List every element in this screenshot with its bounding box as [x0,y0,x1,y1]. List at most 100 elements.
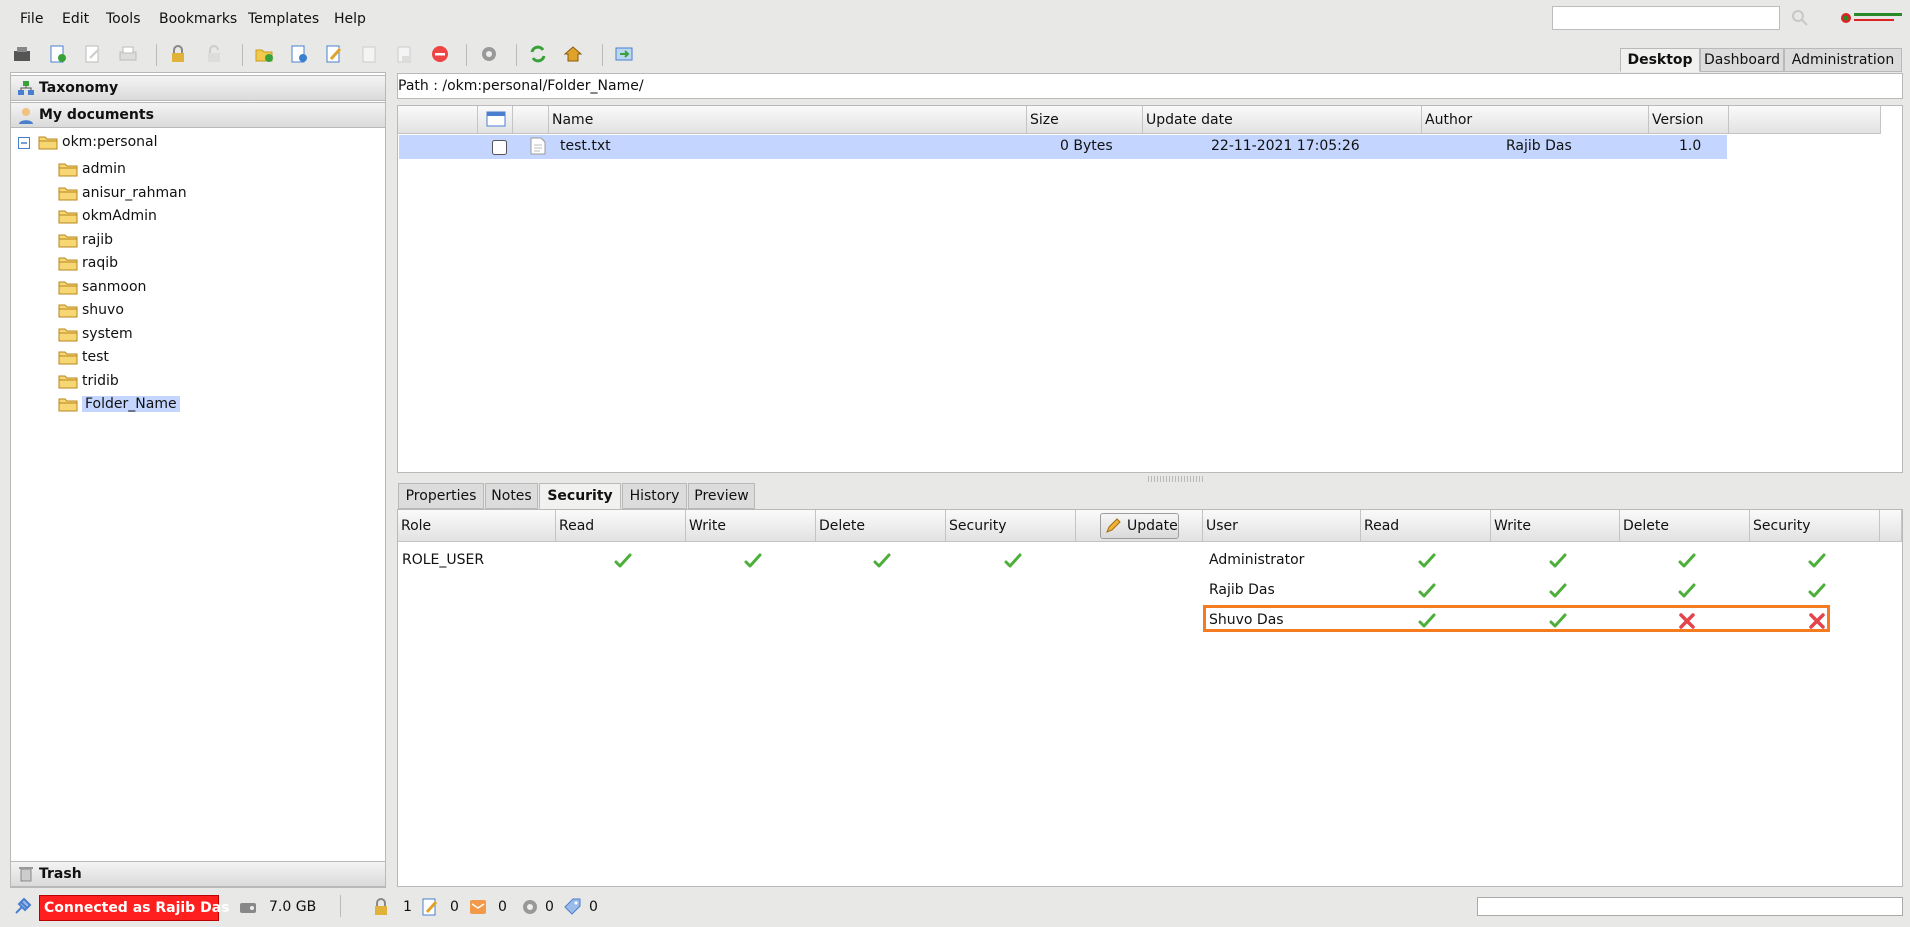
tree-folder-item[interactable]: anisur_rahman [56,184,376,204]
row-checkbox[interactable] [492,140,507,155]
tree-folder-label[interactable]: system [82,326,133,342]
tree-folder-item[interactable]: test [56,348,376,368]
tree-folder-item[interactable]: okmAdmin [56,207,376,227]
check-icon[interactable] [1004,553,1022,569]
update-date-header[interactable]: Update date [1143,106,1422,134]
scanner-icon[interactable] [12,44,32,64]
tree-folder-item[interactable]: shuvo [56,301,376,321]
tree-folder-item[interactable]: admin [56,160,376,180]
check-icon[interactable] [614,553,632,569]
select-all-icon[interactable] [486,111,506,127]
tree-folder-label[interactable]: okmAdmin [82,208,157,224]
tree-folder-label[interactable]: Folder_Name [82,396,180,412]
lock-icon[interactable] [168,44,188,64]
tree-folder-label[interactable]: shuvo [82,302,124,318]
tab-dashboard[interactable]: Dashboard [1700,48,1784,72]
file-name[interactable]: test.txt [560,138,611,154]
update-button[interactable]: Update [1100,513,1179,539]
my-documents-header[interactable]: My documents [10,102,386,128]
select-all-header[interactable] [478,106,513,134]
tree-folder-item[interactable]: sanmoon [56,278,376,298]
unlock-icon[interactable] [204,44,224,64]
tree-folder-label[interactable]: tridib [82,373,119,389]
tab-desktop[interactable]: Desktop [1620,48,1700,72]
toolbar-separator [242,44,243,66]
tree-folder-item[interactable]: rajib [56,231,376,251]
tree-folder-item[interactable]: raqib [56,254,376,274]
delete-icon[interactable] [430,44,450,64]
refresh-icon[interactable] [528,44,548,64]
tab-preview[interactable]: Preview [688,483,755,509]
security-header-filler [1880,510,1902,542]
version-header[interactable]: Version [1649,106,1729,134]
check-icon[interactable] [1549,583,1567,599]
menu-bookmarks[interactable]: Bookmarks [159,11,237,27]
menu-help[interactable]: Help [334,11,366,27]
table-row[interactable]: test.txt 0 Bytes 22-11-2021 17:05:26 Raj… [399,135,1727,159]
check-icon[interactable] [1678,583,1696,599]
tree-folder-label[interactable]: raqib [82,255,118,271]
checkout-icon[interactable] [420,897,440,917]
search-input[interactable] [1552,6,1780,30]
mail-icon[interactable] [468,897,488,917]
menu-file[interactable]: File [20,11,43,27]
check-icon[interactable] [1808,583,1826,599]
tree-folder-label[interactable]: anisur_rahman [82,185,187,201]
edit-icon[interactable] [324,44,344,64]
new-folder-icon[interactable] [254,44,274,64]
taxonomy-icon [18,81,34,95]
locked-documents-icon[interactable] [371,897,391,917]
tree-folder-label[interactable]: admin [82,161,126,177]
toolbar-separator [602,44,603,66]
tree-folder-label[interactable]: test [82,349,109,365]
tree-folder-label[interactable]: sanmoon [82,279,146,295]
workflow-icon[interactable] [520,897,540,917]
exit-icon[interactable] [614,44,634,64]
check-icon[interactable] [744,553,762,569]
check-icon[interactable] [1808,553,1826,569]
copy-icon[interactable] [359,44,379,64]
edit-document-icon[interactable] [83,44,103,64]
user-security-label: Security [1753,518,1811,534]
trash-header[interactable]: Trash [10,861,386,887]
tab-properties[interactable]: Properties [398,483,484,509]
menu-tools[interactable]: Tools [106,11,141,27]
tab-security[interactable]: Security [539,483,621,509]
check-icon[interactable] [1678,553,1696,569]
settings-icon[interactable] [479,44,499,64]
author-header[interactable]: Author [1422,106,1649,134]
taxonomy-header[interactable]: Taxonomy [10,75,386,101]
update-button-label: Update [1127,518,1178,534]
tree-folder-item[interactable]: Folder_Name [56,395,376,415]
home-icon[interactable] [563,44,583,64]
user-read-label: Read [1364,518,1400,534]
tree-folder-label[interactable]: rajib [82,232,113,248]
add-file-icon[interactable] [289,44,309,64]
name-header[interactable]: Name [549,106,1027,134]
menu-edit[interactable]: Edit [62,11,89,27]
check-icon[interactable] [873,553,891,569]
role-write-header: Write [686,510,816,542]
size-header[interactable]: Size [1027,106,1143,134]
tree-root-label[interactable]: okm:personal [62,134,157,150]
check-icon[interactable] [1549,553,1567,569]
tab-notes[interactable]: Notes [485,483,538,509]
tree-folder-item[interactable]: tridib [56,372,376,392]
check-icon[interactable] [1418,553,1436,569]
tag-icon[interactable] [563,897,583,917]
tree-folder-item[interactable]: system [56,325,376,345]
role-security-label: Security [949,518,1007,534]
splitter-handle[interactable] [1148,476,1204,482]
search-icon[interactable] [1790,8,1810,28]
print-icon[interactable] [118,44,138,64]
type-header [513,106,549,134]
menu-templates[interactable]: Templates [248,11,319,27]
connected-label: Connected as Rajib Das [44,900,230,916]
check-icon[interactable] [1418,583,1436,599]
tree-root[interactable]: okm:personal [14,133,374,153]
collapse-icon[interactable] [18,137,30,149]
tab-history[interactable]: History [622,483,687,509]
paste-icon[interactable] [394,44,414,64]
add-document-icon[interactable] [48,44,68,64]
tab-administration[interactable]: Administration [1784,48,1902,72]
